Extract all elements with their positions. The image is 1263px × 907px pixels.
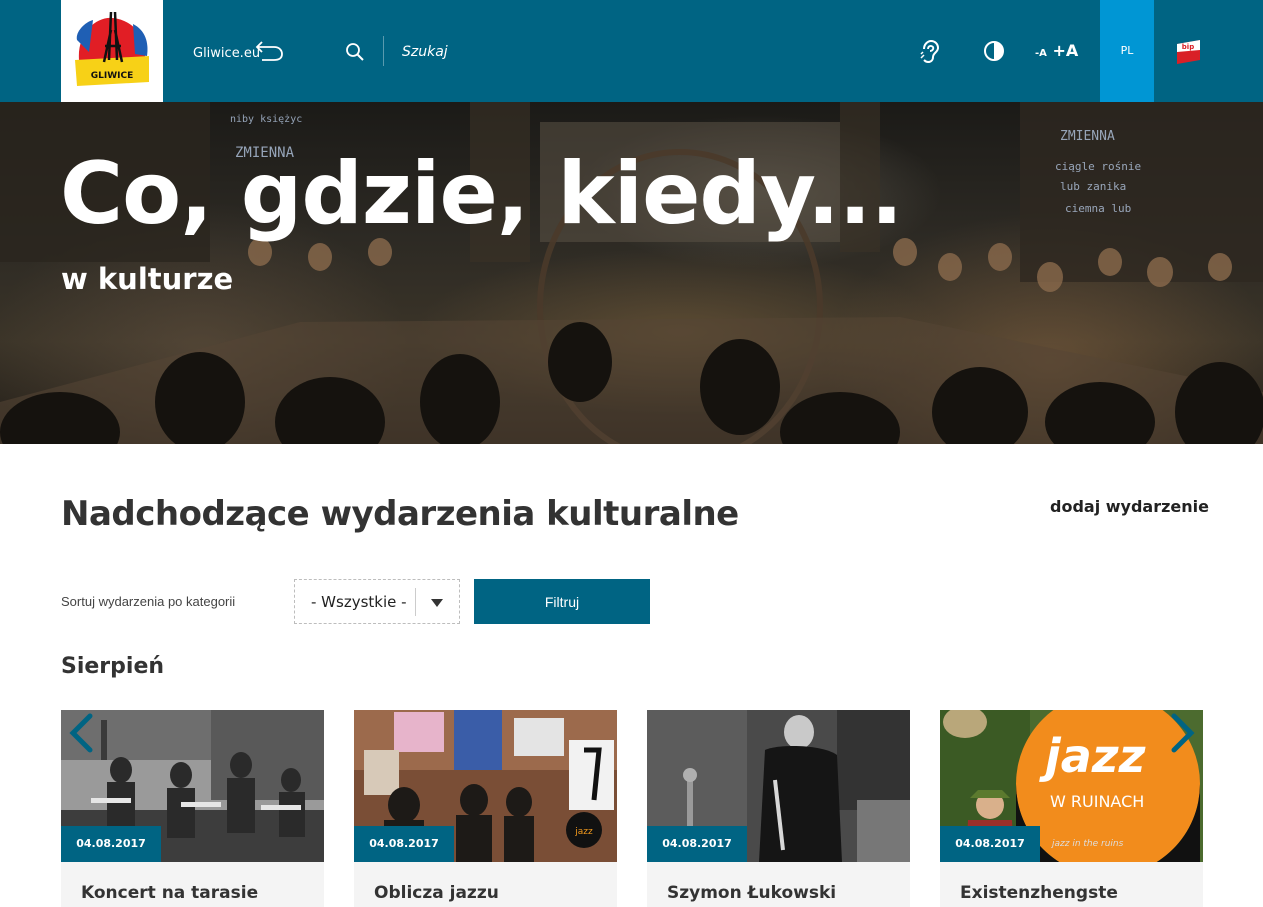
add-event-link[interactable]: dodaj wydarzenie bbox=[1050, 497, 1209, 516]
gliwice-logo-icon: GLIWICE bbox=[75, 11, 149, 86]
event-date: 04.08.2017 bbox=[940, 826, 1040, 862]
svg-text:lub zanika: lub zanika bbox=[1060, 180, 1126, 193]
hero-banner: ZMIENNA ciągle rośnie lub zanika ciemna … bbox=[0, 102, 1263, 444]
hearing-accessibility-icon[interactable] bbox=[920, 40, 940, 64]
event-card[interactable]: jazz W RUINACH jazz in the ruins 04.08.2… bbox=[940, 710, 1203, 907]
poster-tagline: jazz in the ruins bbox=[1050, 839, 1124, 849]
filter-button[interactable]: Filtruj bbox=[474, 579, 650, 624]
bip-label: bip bbox=[1182, 43, 1194, 51]
event-date: 04.08.2017 bbox=[647, 826, 747, 862]
poster-jazz: jazz bbox=[1039, 729, 1146, 783]
event-date: 04.08.2017 bbox=[354, 826, 454, 862]
category-select[interactable]: - Wszystkie - bbox=[294, 579, 460, 624]
event-title[interactable]: Oblicza jazzu bbox=[374, 882, 609, 904]
svg-text:ciągle rośnie: ciągle rośnie bbox=[1055, 160, 1141, 173]
carousel-next-icon[interactable] bbox=[1166, 713, 1198, 753]
font-size-toggle[interactable]: -A +A bbox=[1035, 41, 1078, 60]
category-select-value: - Wszystkie - bbox=[311, 593, 407, 611]
events-heading: Nadchodzące wydarzenia kulturalne bbox=[61, 494, 739, 534]
return-arrow-icon[interactable] bbox=[254, 38, 284, 62]
select-divider bbox=[415, 588, 416, 616]
hero-title: Co, gdzie, kiedy... bbox=[60, 144, 903, 244]
event-title[interactable]: Koncert na tarasie bbox=[81, 882, 316, 904]
search-divider bbox=[383, 36, 384, 66]
month-heading: Sierpień bbox=[61, 654, 165, 679]
top-header: GLIWICE Gliwice.eu -A +A PL bip bbox=[0, 0, 1263, 102]
font-size-small: -A bbox=[1035, 48, 1047, 59]
carousel-prev-icon[interactable] bbox=[66, 713, 98, 753]
poster-jazz-small: jazz bbox=[574, 827, 593, 837]
event-title[interactable]: Szymon Łukowski Quintet feat. Henryk Gem… bbox=[667, 882, 902, 907]
search-input[interactable] bbox=[392, 38, 552, 66]
event-card[interactable]: jazz 04.08.2017 Oblicza jazzu bbox=[354, 710, 617, 907]
event-card[interactable]: 04.08.2017 Koncert na tarasie bbox=[61, 710, 324, 907]
contrast-icon[interactable] bbox=[983, 40, 1005, 62]
filter-label: Sortuj wydarzenia po kategorii bbox=[61, 594, 236, 609]
site-logo[interactable]: GLIWICE bbox=[61, 0, 163, 102]
event-card[interactable]: 04.08.2017 Szymon Łukowski Quintet feat.… bbox=[647, 710, 910, 907]
svg-text:niby księżyc: niby księżyc bbox=[230, 114, 302, 125]
poster-w-ruinach: W RUINACH bbox=[1050, 792, 1144, 811]
bip-icon[interactable]: bip bbox=[1176, 38, 1202, 66]
svg-text:ciemna lub: ciemna lub bbox=[1065, 202, 1131, 215]
search-icon[interactable] bbox=[345, 42, 365, 62]
site-link[interactable]: Gliwice.eu bbox=[193, 46, 260, 61]
language-switch-pl[interactable]: PL bbox=[1100, 0, 1154, 102]
font-size-large: +A bbox=[1052, 41, 1079, 60]
svg-text:ZMIENNA: ZMIENNA bbox=[1060, 129, 1115, 144]
event-date: 04.08.2017 bbox=[61, 826, 161, 862]
event-title[interactable]: Existenzhengste bbox=[960, 882, 1195, 904]
hero-subtitle: w kulturze bbox=[61, 262, 234, 296]
logo-text: GLIWICE bbox=[91, 71, 134, 81]
dropdown-arrow-icon bbox=[431, 599, 443, 607]
